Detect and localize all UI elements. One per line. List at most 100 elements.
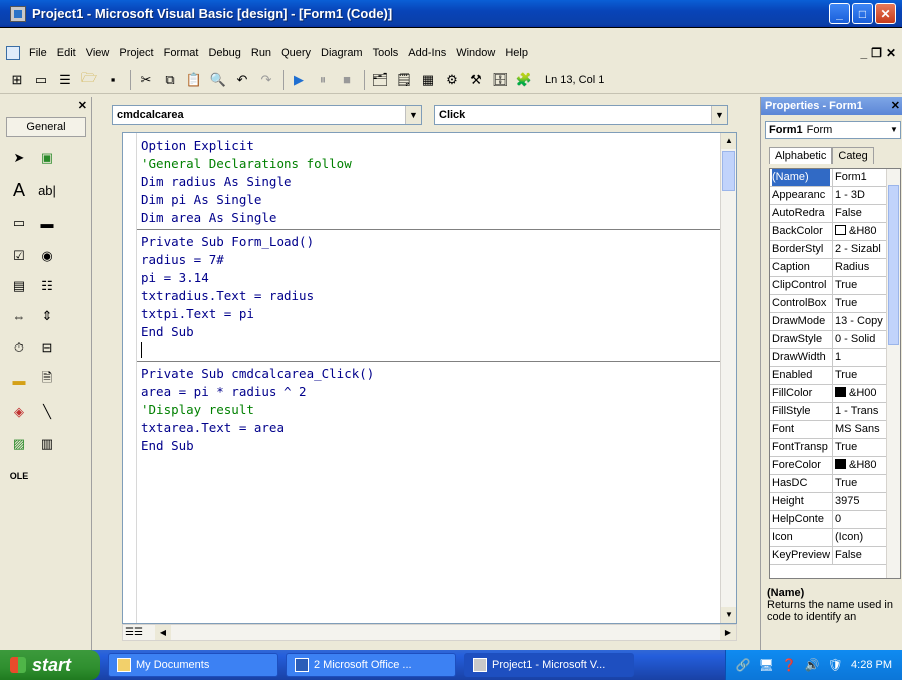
data-view-icon[interactable]: 🗄 <box>489 69 511 91</box>
data-icon[interactable]: ▥ <box>36 433 58 455</box>
property-value[interactable]: 0 - Solid <box>832 331 888 348</box>
scroll-thumb[interactable] <box>888 185 899 345</box>
add-form-icon[interactable]: ▭ <box>30 69 52 91</box>
timer-icon[interactable]: ⏱ <box>8 337 30 359</box>
object-browser-icon[interactable]: ⚙ <box>441 69 463 91</box>
menu-run[interactable]: Run <box>246 47 276 59</box>
menu-diagram[interactable]: Diagram <box>316 47 368 59</box>
checkbox-icon[interactable]: ☑ <box>8 245 30 267</box>
property-value[interactable]: 3975 <box>832 493 888 510</box>
tab-categorized[interactable]: Categ <box>832 147 874 164</box>
property-row[interactable]: Height 3975 <box>770 493 888 511</box>
open-project-icon[interactable]: 🗁 <box>78 69 100 91</box>
code-line[interactable]: area = pi * radius ^ 2 <box>141 383 307 401</box>
property-row[interactable]: KeyPreview False <box>770 547 888 565</box>
property-row[interactable]: BorderStyl 2 - Sizabl <box>770 241 888 259</box>
property-row[interactable]: DrawWidth 1 <box>770 349 888 367</box>
chevron-down-icon[interactable]: ▼ <box>888 122 900 138</box>
listbox-icon[interactable]: ☷ <box>36 275 58 297</box>
code-line[interactable]: 'General Declarations follow <box>141 155 352 173</box>
menu-format[interactable]: Format <box>159 47 204 59</box>
mdi-restore-button[interactable]: ❐ <box>871 46 882 60</box>
volume-icon[interactable]: 🔊 <box>805 658 820 672</box>
chevron-down-icon[interactable]: ▼ <box>405 106 421 124</box>
paste-icon[interactable]: 📋 <box>183 69 205 91</box>
property-value[interactable]: 2 - Sizabl <box>832 241 888 258</box>
code-line[interactable]: Dim radius As Single <box>141 173 292 191</box>
menu-window[interactable]: Window <box>451 47 500 59</box>
property-value[interactable]: &H80 <box>832 457 888 474</box>
code-line[interactable]: End Sub <box>141 437 194 455</box>
property-value[interactable]: &H00 <box>832 385 888 402</box>
code-line[interactable]: txtpi.Text = pi <box>141 305 254 323</box>
property-row[interactable]: FillStyle 1 - Trans <box>770 403 888 421</box>
filelistbox-icon[interactable]: 🗎 <box>36 369 58 391</box>
property-value[interactable]: False <box>832 547 888 564</box>
find-icon[interactable]: 🔍 <box>207 69 229 91</box>
property-value[interactable]: 1 - 3D <box>832 187 888 204</box>
combobox-icon[interactable]: ▤ <box>8 275 30 297</box>
menu-tools[interactable]: Tools <box>368 47 404 59</box>
commandbutton-icon[interactable]: ▬ <box>36 212 58 234</box>
component-manager-icon[interactable]: 🧩 <box>513 69 535 91</box>
property-row[interactable]: FillColor &H00 <box>770 385 888 403</box>
property-value[interactable]: 13 - Copy <box>832 313 888 330</box>
drivelistbox-icon[interactable]: ⊟ <box>36 337 58 359</box>
toolbox-close-icon[interactable]: ✕ <box>78 99 87 112</box>
code-line[interactable]: txtradius.Text = radius <box>141 287 314 305</box>
menu-edit[interactable]: Edit <box>52 47 81 59</box>
properties-scrollbar[interactable] <box>886 169 900 578</box>
code-editor[interactable]: Option Explicit 'General Declarations fol… <box>122 132 737 624</box>
menu-query[interactable]: Query <box>276 47 316 59</box>
start-icon[interactable]: ▶ <box>288 69 310 91</box>
display-icon[interactable]: 🖥 <box>759 658 774 672</box>
security-icon[interactable]: 🛡 <box>828 658 843 672</box>
property-value[interactable]: True <box>832 439 888 456</box>
task-microsoft-office[interactable]: 2 Microsoft Office ... <box>286 653 456 677</box>
scroll-right-icon[interactable]: ▶ <box>720 625 736 640</box>
vb-app-icon[interactable] <box>10 5 26 22</box>
code-line[interactable]: Option Explicit <box>141 137 254 155</box>
pointer-icon[interactable]: ➤ <box>8 147 30 169</box>
mdi-close-button[interactable]: ✕ <box>886 46 896 60</box>
code-line[interactable]: Dim pi As Single <box>141 191 261 209</box>
property-row[interactable]: BackColor &H80 <box>770 223 888 241</box>
property-value[interactable]: (Icon) <box>832 529 888 546</box>
scroll-thumb[interactable] <box>722 151 735 191</box>
undo-icon[interactable]: ↶ <box>231 69 253 91</box>
view-toggle-icon[interactable]: ☰☰ <box>123 625 155 640</box>
minimize-button[interactable]: _ <box>829 3 850 24</box>
property-row[interactable]: FontTransp True <box>770 439 888 457</box>
save-project-icon[interactable]: ▪ <box>102 69 124 91</box>
property-row[interactable]: Appearanc 1 - 3D <box>770 187 888 205</box>
frame-icon[interactable]: ▭ <box>8 212 30 234</box>
toolbox-icon[interactable]: ⚒ <box>465 69 487 91</box>
property-row[interactable]: HasDC True <box>770 475 888 493</box>
property-row[interactable]: Enabled True <box>770 367 888 385</box>
line-icon[interactable]: ╲ <box>36 401 58 423</box>
property-row[interactable]: Font MS Sans <box>770 421 888 439</box>
add-project-icon[interactable]: ⊞ <box>6 69 28 91</box>
scroll-down-icon[interactable]: ▼ <box>721 607 736 623</box>
properties-close-icon[interactable]: ✕ <box>891 97 900 115</box>
property-value[interactable]: MS Sans <box>832 421 888 438</box>
property-value[interactable]: False <box>832 205 888 222</box>
hscrollbar-icon[interactable]: ⇔ <box>8 305 30 327</box>
ole-icon[interactable]: OLE <box>8 465 30 487</box>
form-layout-icon[interactable]: ▦ <box>417 69 439 91</box>
menu-addins[interactable]: Add-Ins <box>403 47 451 59</box>
code-line[interactable]: 'Display result <box>141 401 254 419</box>
close-button[interactable]: ✕ <box>875 3 896 24</box>
menu-file[interactable]: File <box>24 47 52 59</box>
property-value[interactable]: Form1 <box>832 169 888 186</box>
editor-vertical-scrollbar[interactable]: ▲ ▼ <box>720 133 736 623</box>
code-window-icon[interactable] <box>6 46 20 60</box>
property-value[interactable]: &H80 <box>832 223 888 240</box>
properties-grid[interactable]: (Name) Form1 Appearanc 1 - 3D AutoRedra False… <box>769 168 901 579</box>
tab-alphabetic[interactable]: Alphabetic <box>769 147 833 164</box>
property-value[interactable]: True <box>832 475 888 492</box>
menu-help[interactable]: Help <box>500 47 533 59</box>
property-value[interactable]: 1 <box>832 349 888 366</box>
property-value[interactable]: True <box>832 277 888 294</box>
chevron-down-icon[interactable]: ▼ <box>711 106 727 124</box>
